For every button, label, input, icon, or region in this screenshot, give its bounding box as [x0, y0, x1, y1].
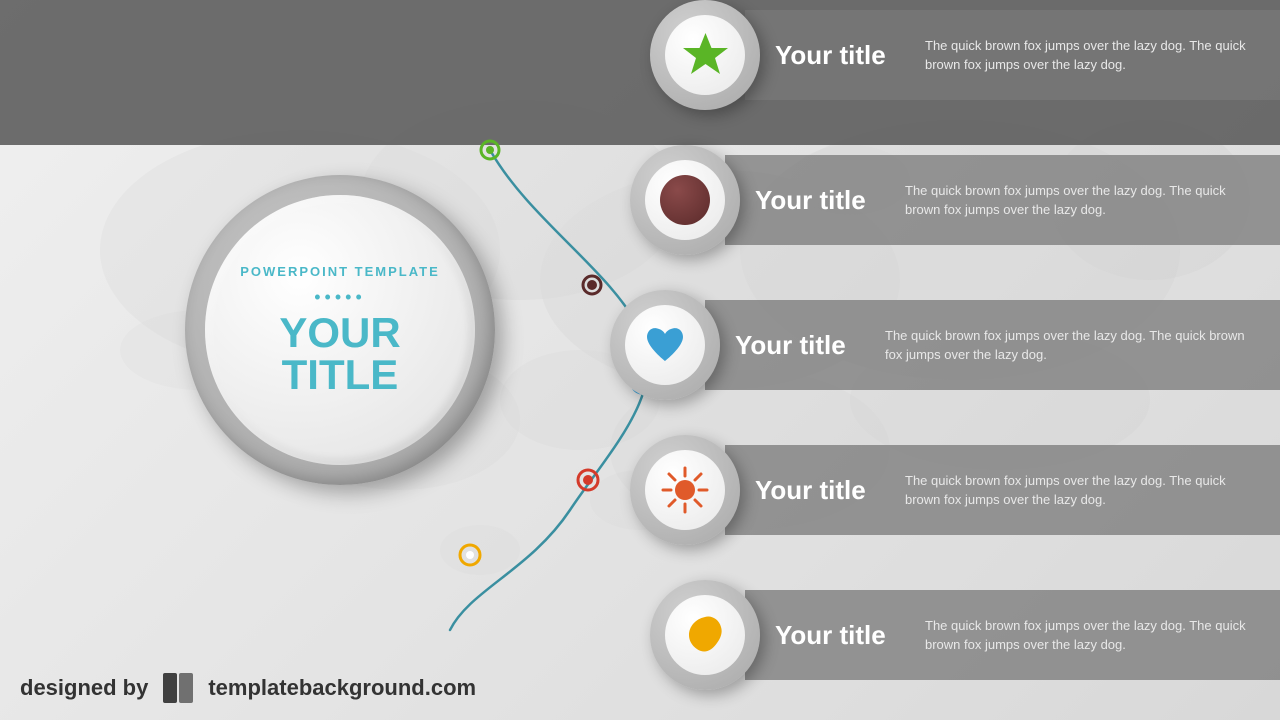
item-icon-circle-1: [650, 0, 760, 110]
item-title-3: Your title: [735, 330, 865, 361]
item-icon-circle-4: [630, 435, 740, 545]
blob-icon: [679, 609, 731, 661]
item-icon-circle-3: [610, 290, 720, 400]
item-content-box-5: Your title The quick brown fox jumps ove…: [745, 590, 1280, 680]
star-icon: [678, 28, 733, 83]
item-content-box-1: Your title The quick brown fox jumps ove…: [745, 10, 1280, 100]
item-title-4: Your title: [755, 475, 885, 506]
item-content-box-3: Your title The quick brown fox jumps ove…: [705, 300, 1280, 390]
sun-icon: [659, 464, 711, 516]
item-content-box-2: Your title The quick brown fox jumps ove…: [725, 155, 1280, 245]
item-row-4: Your title The quick brown fox jumps ove…: [600, 435, 1280, 545]
footer: designed by templatebackground.com: [20, 668, 476, 708]
item-icon-inner-4: [645, 450, 725, 530]
office-logo-icon: [158, 668, 198, 708]
item-content-box-4: Your title The quick brown fox jumps ove…: [725, 445, 1280, 535]
footer-designed-by: designed by: [20, 675, 148, 701]
item-row-2: Your title The quick brown fox jumps ove…: [600, 145, 1280, 255]
items-container: Your title The quick brown fox jumps ove…: [600, 0, 1280, 720]
item-title-1: Your title: [775, 40, 905, 71]
item-icon-inner-3: [625, 305, 705, 385]
item-desc-4: The quick brown fox jumps over the lazy …: [905, 471, 1255, 510]
item-desc-2: The quick brown fox jumps over the lazy …: [905, 181, 1255, 220]
item-icon-circle-2: [630, 145, 740, 255]
item-title-5: Your title: [775, 620, 905, 651]
brown-circle-icon: [660, 175, 710, 225]
main-container: POWERPOINT TEMPLATE ••••• YOUR TITLE: [0, 0, 1280, 720]
item-row-5: Your title The quick brown fox jumps ove…: [600, 580, 1280, 690]
item-desc-1: The quick brown fox jumps over the lazy …: [925, 36, 1255, 75]
footer-url: templatebackground.com: [208, 675, 476, 701]
item-icon-inner-1: [665, 15, 745, 95]
item-row-1: Your title The quick brown fox jumps ove…: [600, 0, 1280, 110]
item-icon-circle-5: [650, 580, 760, 690]
item-title-2: Your title: [755, 185, 885, 216]
item-row-3: Your title The quick brown fox jumps ove…: [600, 290, 1280, 400]
item-desc-3: The quick brown fox jumps over the lazy …: [885, 326, 1255, 365]
item-icon-inner-5: [665, 595, 745, 675]
item-desc-5: The quick brown fox jumps over the lazy …: [925, 616, 1255, 655]
heart-icon: [639, 319, 691, 371]
item-icon-inner-2: [645, 160, 725, 240]
